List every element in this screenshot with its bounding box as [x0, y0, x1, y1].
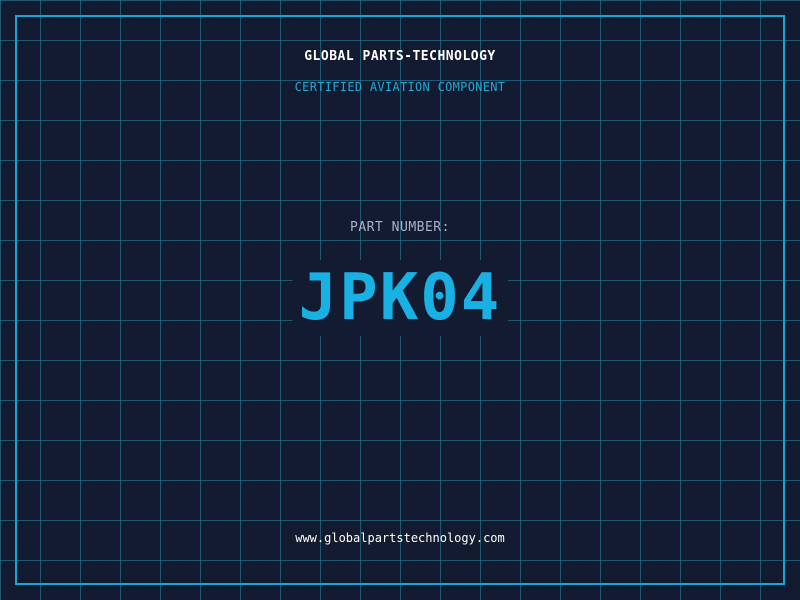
part-label-card: GLOBAL PARTS-TECHNOLOGY CERTIFIED AVIATI… — [0, 0, 800, 600]
part-number-value: JPK04 — [292, 260, 508, 336]
company-name: GLOBAL PARTS-TECHNOLOGY — [304, 49, 496, 64]
certification-tagline: CERTIFIED AVIATION COMPONENT — [294, 80, 506, 94]
part-number-label: PART NUMBER: — [350, 220, 450, 235]
website-url: www.globalpartstechnology.com — [295, 531, 505, 545]
